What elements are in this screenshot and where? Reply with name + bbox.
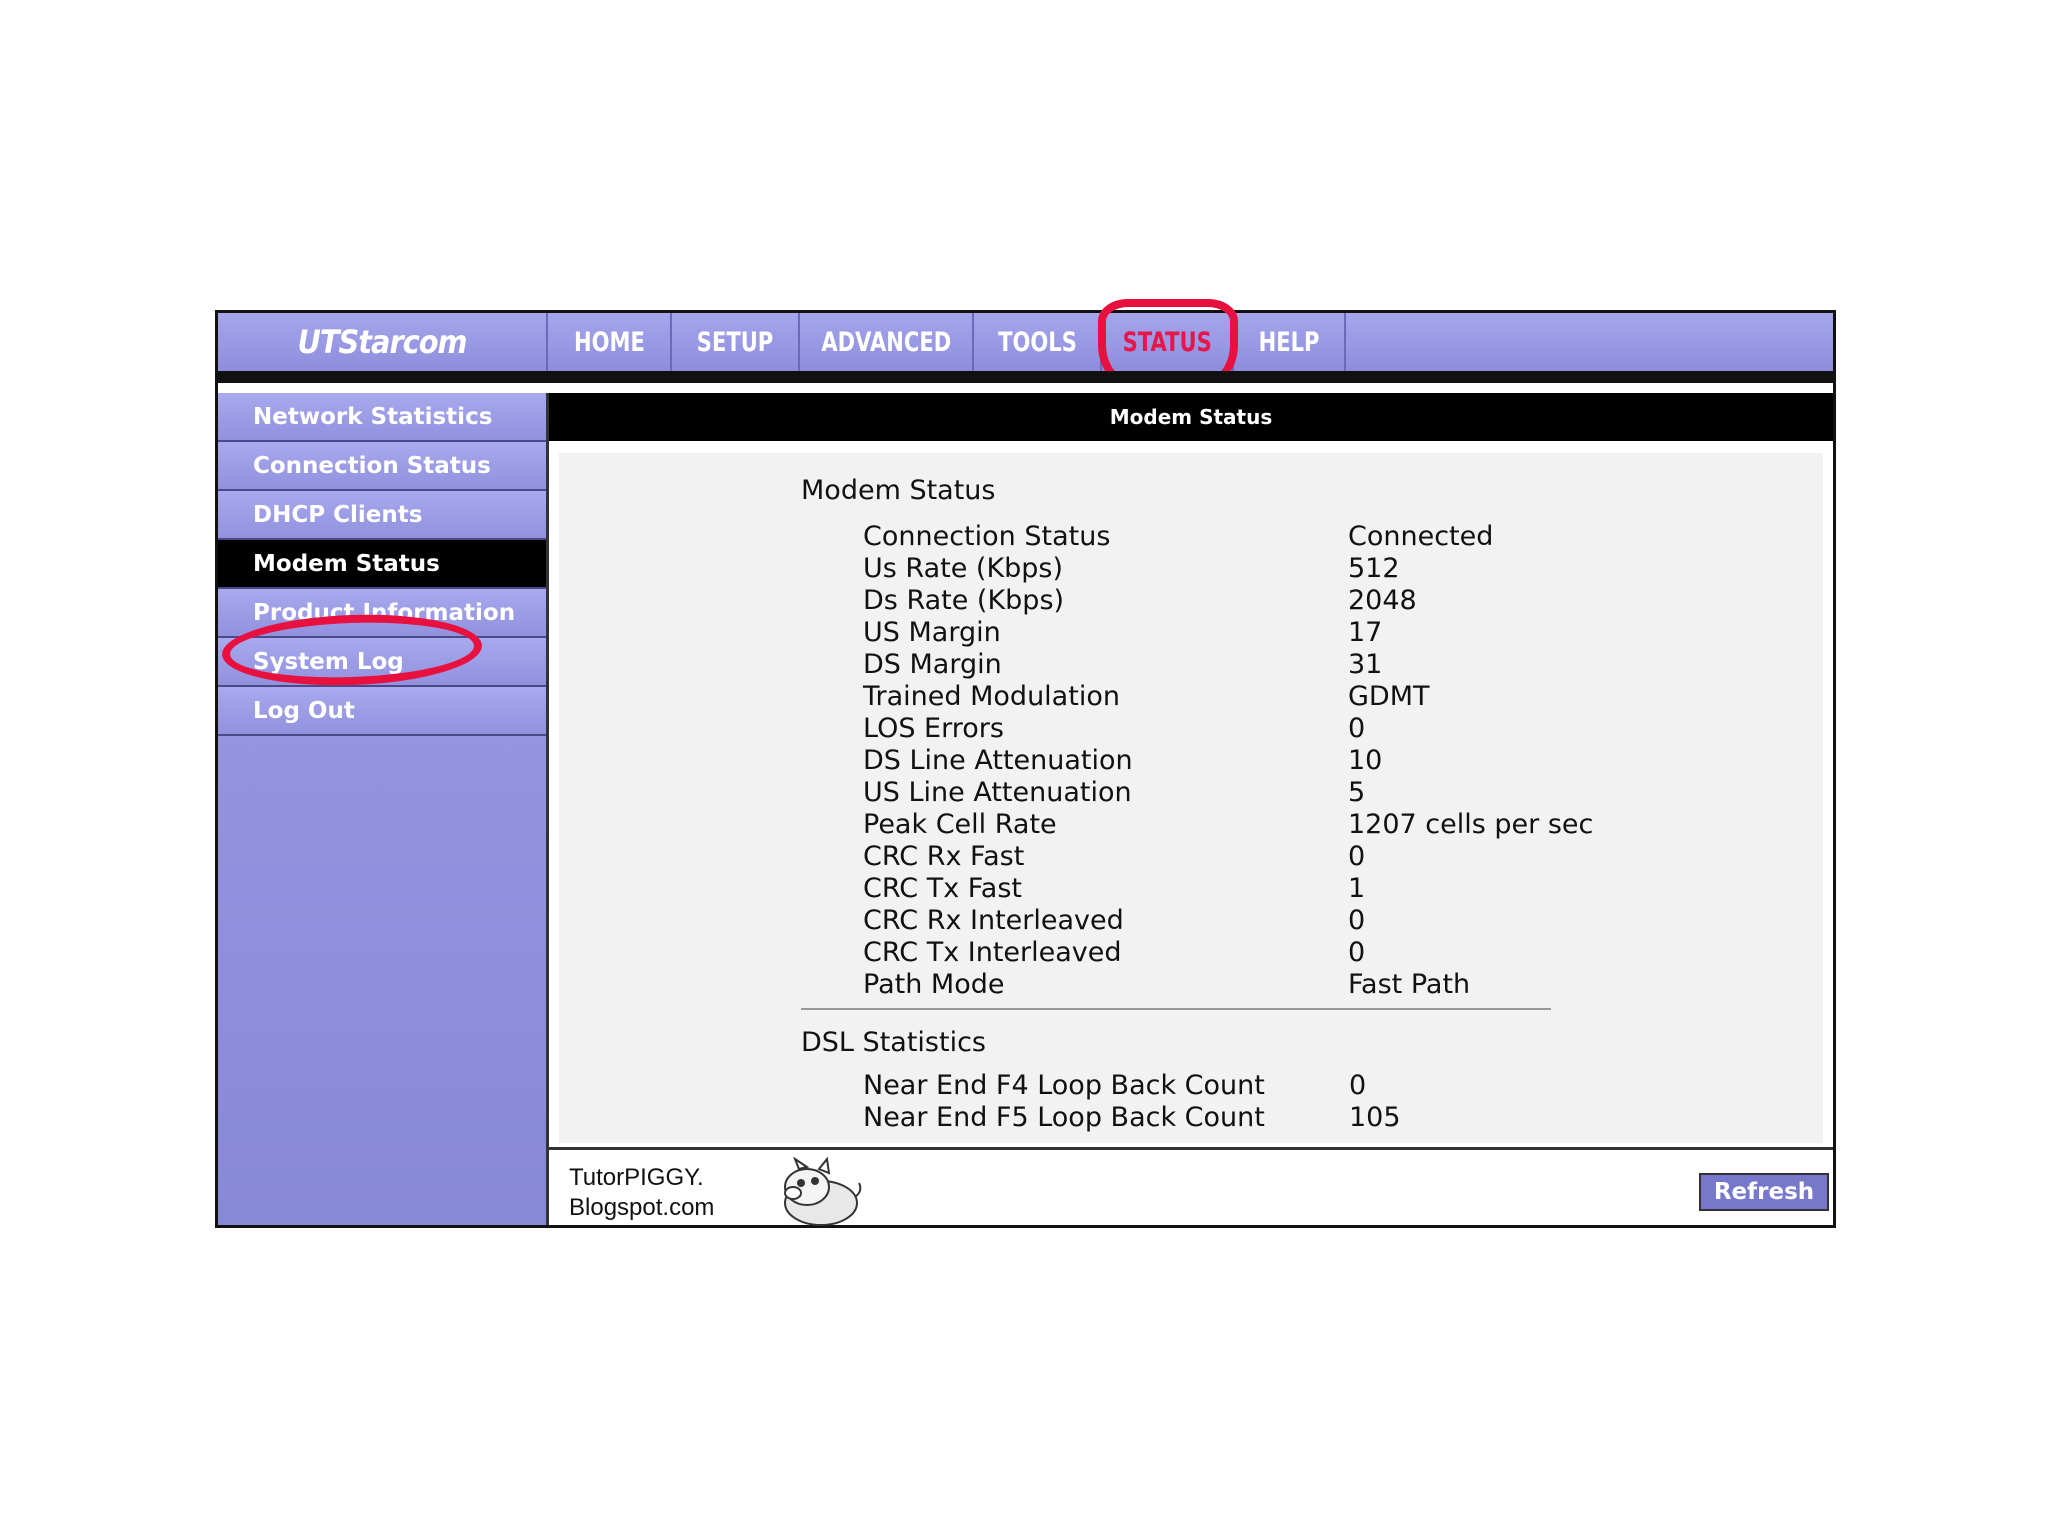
- status-row: CRC Rx Interleaved 0: [863, 905, 1663, 937]
- row-label: Connection Status: [863, 521, 1111, 552]
- row-value: GDMT: [1348, 681, 1430, 712]
- router-admin-window: UTStarcom HOME SETUP ADVANCED TOOLS STAT…: [215, 299, 1836, 1228]
- sidebar-top-spacer: [218, 383, 546, 393]
- status-row: US Margin 17: [863, 617, 1663, 649]
- row-value: Connected: [1348, 521, 1494, 552]
- dsl-row: Near End F4 Loop Back Count 0: [863, 1070, 1663, 1102]
- status-row: Ds Rate (Kbps) 2048: [863, 585, 1663, 617]
- sidebar-item-system-log[interactable]: System Log: [218, 638, 546, 687]
- row-value: 1: [1348, 873, 1366, 904]
- sidebar-item-product-information[interactable]: Product Information: [218, 589, 546, 638]
- content-top-spacer: [548, 383, 1833, 393]
- status-row: US Line Attenuation 5: [863, 777, 1663, 809]
- status-row: Peak Cell Rate 1207 cells per sec: [863, 809, 1663, 841]
- row-value: 31: [1348, 649, 1383, 680]
- modem-status-section-title: Modem Status: [801, 475, 996, 506]
- sidebar: Network Statistics Connection Status DHC…: [218, 393, 549, 1225]
- row-value: 105: [1349, 1102, 1401, 1133]
- status-row: Connection Status Connected: [863, 521, 1663, 553]
- dsl-row: Near End F5 Loop Back Count 105: [863, 1102, 1663, 1134]
- status-row: Path Mode Fast Path: [863, 969, 1663, 1001]
- row-label: Peak Cell Rate: [863, 809, 1057, 840]
- row-label: Trained Modulation: [863, 681, 1120, 712]
- row-label: CRC Rx Interleaved: [863, 905, 1124, 936]
- utstarcom-logo: UTStarcom: [218, 313, 548, 371]
- sidebar-item-log-out[interactable]: Log Out: [218, 687, 546, 736]
- tab-tools[interactable]: TOOLS: [974, 313, 1102, 371]
- status-row: DS Margin 31: [863, 649, 1663, 681]
- row-label: Near End F4 Loop Back Count: [863, 1070, 1265, 1101]
- tab-help[interactable]: HELP: [1234, 313, 1346, 371]
- status-row: CRC Rx Fast 0: [863, 841, 1663, 873]
- tab-home[interactable]: HOME: [548, 313, 672, 371]
- row-value: 5: [1348, 777, 1366, 808]
- status-row: DS Line Attenuation 10: [863, 745, 1663, 777]
- row-label: US Margin: [863, 617, 1001, 648]
- pig-mascot-icon: [784, 1157, 862, 1226]
- tab-setup[interactable]: SETUP: [672, 313, 800, 371]
- row-value: 0: [1348, 937, 1366, 968]
- row-label: DS Line Attenuation: [863, 745, 1133, 776]
- dsl-statistics-section-title: DSL Statistics: [801, 1027, 986, 1058]
- row-value: Fast Path: [1348, 969, 1471, 1000]
- tab-advanced[interactable]: ADVANCED: [800, 313, 974, 371]
- row-value: 512: [1348, 553, 1400, 584]
- row-value: 0: [1348, 713, 1366, 744]
- sidebar-item-dhcp-clients[interactable]: DHCP Clients: [218, 491, 546, 540]
- row-value: 0: [1349, 1070, 1367, 1101]
- row-value: 0: [1348, 841, 1366, 872]
- row-label: CRC Tx Interleaved: [863, 937, 1122, 968]
- row-label: Ds Rate (Kbps): [863, 585, 1065, 616]
- section-divider: [801, 1008, 1551, 1010]
- row-label: DS Margin: [863, 649, 1002, 680]
- row-label: CRC Rx Fast: [863, 841, 1025, 872]
- row-label: CRC Tx Fast: [863, 873, 1023, 904]
- row-value: 2048: [1348, 585, 1417, 616]
- row-label: US Line Attenuation: [863, 777, 1132, 808]
- sidebar-item-modem-status[interactable]: Modem Status: [218, 540, 546, 589]
- refresh-button[interactable]: Refresh: [1699, 1173, 1829, 1211]
- tab-status[interactable]: STATUS: [1102, 313, 1234, 371]
- row-value: 17: [1348, 617, 1383, 648]
- sidebar-item-connection-status[interactable]: Connection Status: [218, 442, 546, 491]
- status-panel: Modem Status Connection Status Connected …: [559, 453, 1823, 1143]
- status-row: Trained Modulation GDMT: [863, 681, 1663, 713]
- row-value: 0: [1348, 905, 1366, 936]
- row-label: LOS Errors: [863, 713, 1004, 744]
- status-row: CRC Tx Interleaved 0: [863, 937, 1663, 969]
- main-content: Modem Status Modem Status Connection Sta…: [549, 393, 1833, 1226]
- row-value: 10: [1348, 745, 1383, 776]
- sidebar-item-network-statistics[interactable]: Network Statistics: [218, 393, 546, 442]
- row-value: 1207 cells per sec: [1348, 809, 1594, 840]
- row-label: Us Rate (Kbps): [863, 553, 1064, 584]
- row-label: Path Mode: [863, 969, 1005, 1000]
- top-navigation-bar: UTStarcom HOME SETUP ADVANCED TOOLS STAT…: [218, 299, 1833, 391]
- header-divider: [218, 371, 1833, 383]
- status-row: LOS Errors 0: [863, 713, 1663, 745]
- main-nav: HOME SETUP ADVANCED TOOLS STATUS HELP: [548, 313, 1346, 371]
- status-row: Us Rate (Kbps) 512: [863, 553, 1663, 585]
- tutorpiggy-watermark: TutorPIGGY. Blogspot.com: [569, 1157, 862, 1226]
- page-title: Modem Status: [549, 393, 1833, 441]
- row-label: Near End F5 Loop Back Count: [863, 1102, 1265, 1133]
- status-row: CRC Tx Fast 1: [863, 873, 1663, 905]
- footer-divider: [549, 1147, 1833, 1150]
